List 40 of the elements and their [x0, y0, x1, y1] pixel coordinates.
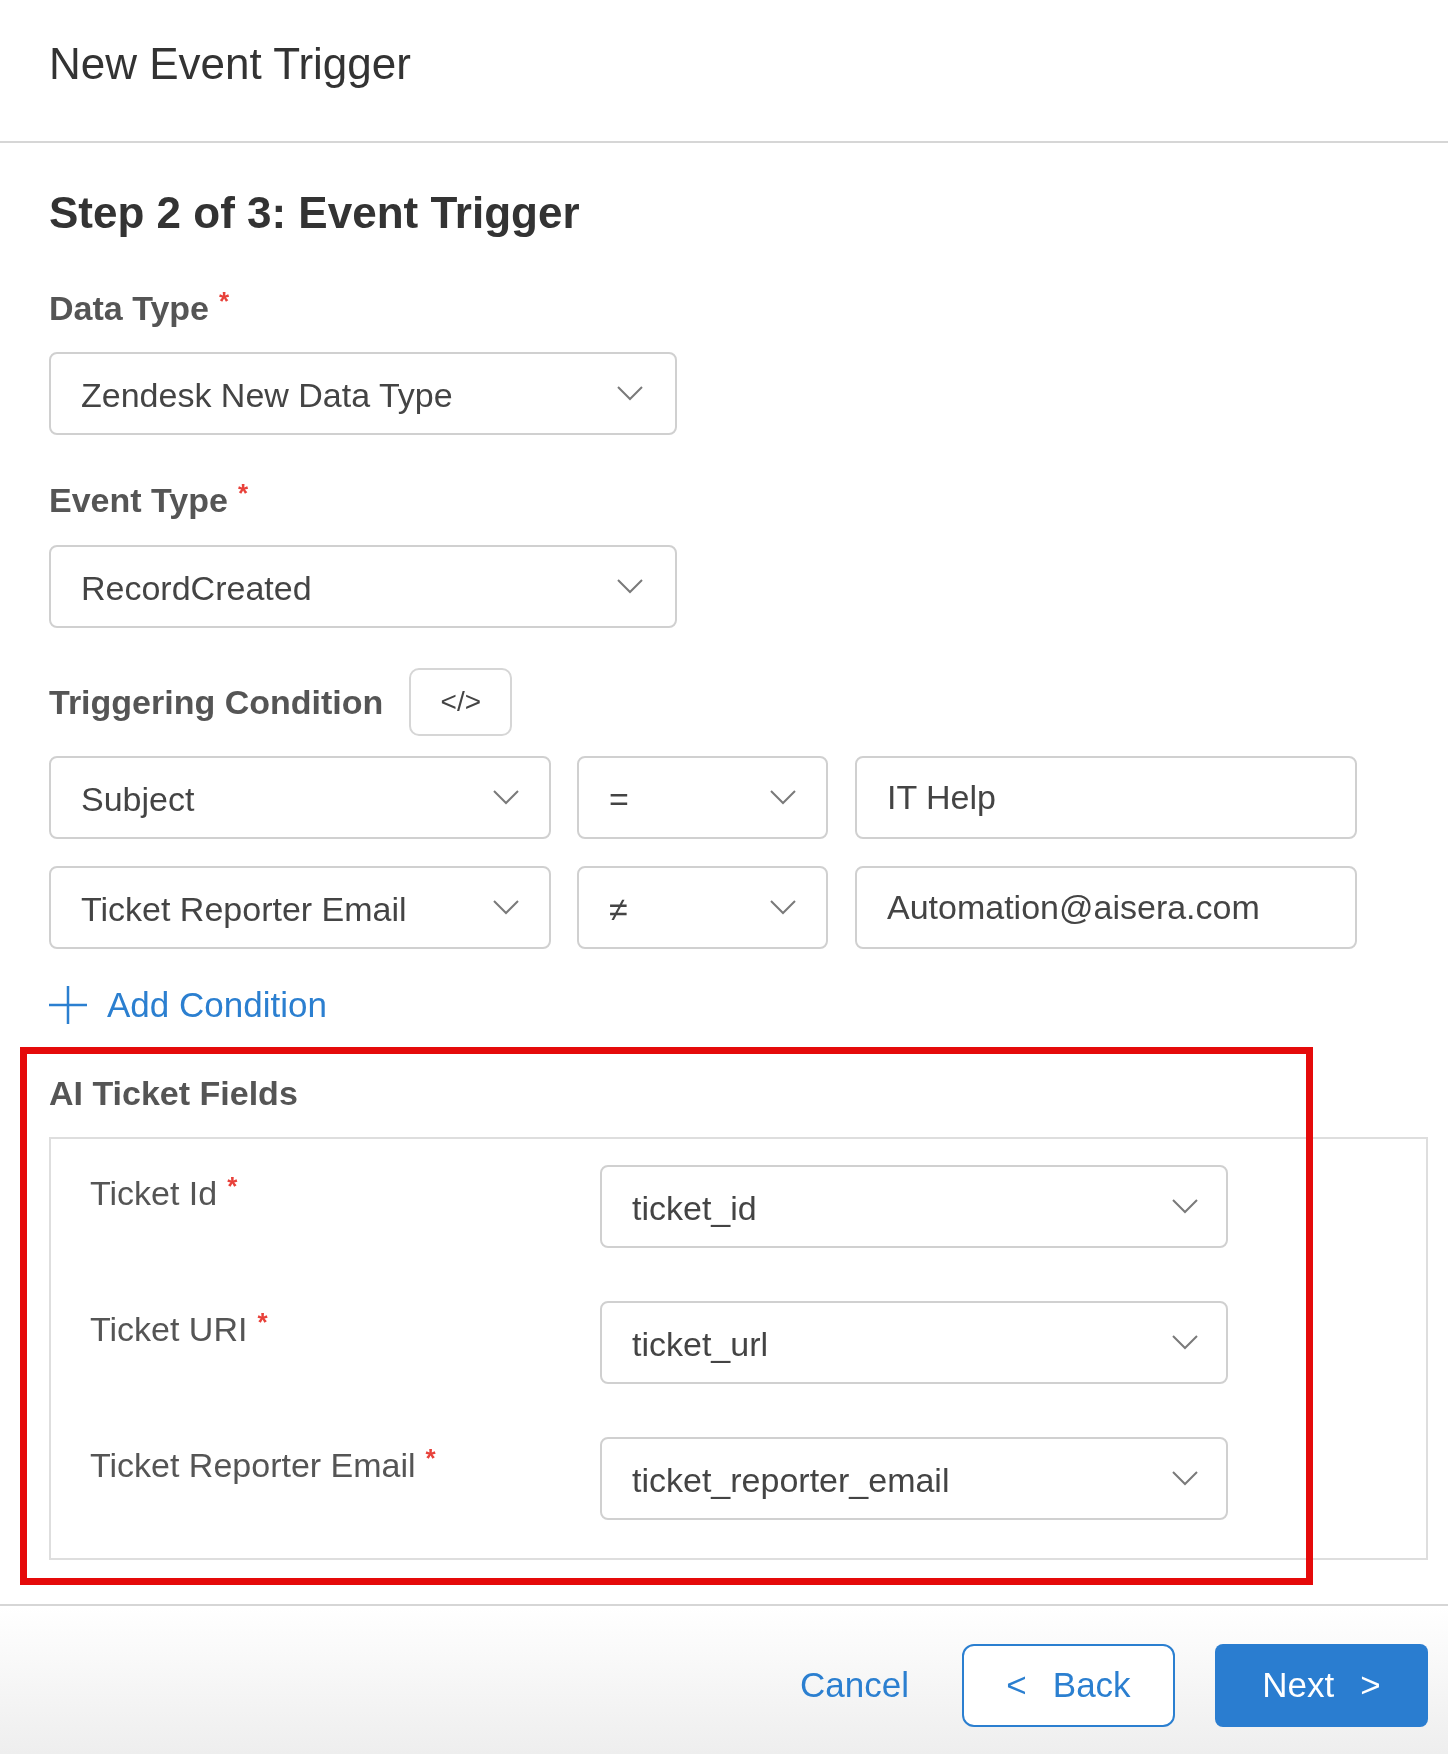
chevron-down-icon: [617, 579, 643, 594]
chevron-down-icon: [617, 386, 643, 401]
dropdown-select[interactable]: Subject: [49, 756, 551, 839]
field-label: Ticket Id: [90, 1173, 218, 1213]
dropdown-select[interactable]: RecordCreated: [49, 545, 677, 628]
dropdown-select[interactable]: ticket_reporter_email: [600, 1437, 1228, 1520]
chevron-down-icon: [493, 900, 519, 915]
dropdown-select[interactable]: Ticket Reporter Email: [49, 866, 551, 949]
field-label: Triggering Condition: [49, 682, 384, 722]
required-asterisk: *: [237, 480, 248, 506]
field-label: Event Type: [49, 480, 228, 520]
chevron-down-icon: [1172, 1471, 1198, 1486]
required-asterisk: *: [425, 1445, 436, 1471]
back-button[interactable]: < Back: [962, 1644, 1175, 1727]
cancel-button[interactable]: Cancel: [800, 1644, 909, 1727]
dropdown-select[interactable]: =: [577, 756, 828, 839]
text-field[interactable]: Automation@aisera.com: [855, 866, 1357, 949]
chevron-down-icon: [1172, 1199, 1198, 1214]
field-label: AI Ticket Fields: [49, 1073, 298, 1113]
chevron-down-icon: [493, 790, 519, 805]
required-asterisk: *: [227, 1173, 238, 1199]
add-condition-button[interactable]: Add Condition: [49, 985, 327, 1025]
field-label: Data Type: [49, 288, 209, 328]
chevron-down-icon: [770, 790, 796, 805]
chevron-down-icon: [1172, 1335, 1198, 1350]
plus-icon: [49, 986, 87, 1024]
dropdown-select[interactable]: ≠: [577, 866, 828, 949]
next-button[interactable]: Next >: [1215, 1644, 1428, 1727]
dropdown-select[interactable]: Zendesk New Data Type: [49, 352, 677, 435]
chevron-down-icon: [770, 900, 796, 915]
required-asterisk: *: [219, 288, 230, 314]
field-label: Ticket Reporter Email: [90, 1445, 416, 1485]
dropdown-select[interactable]: ticket_id: [600, 1165, 1228, 1248]
step-title: Step 2 of 3: Event Trigger: [49, 187, 580, 239]
code-view-button[interactable]: </>: [409, 668, 513, 736]
required-asterisk: *: [257, 1309, 268, 1335]
dropdown-select[interactable]: ticket_url: [600, 1301, 1228, 1384]
text-field[interactable]: IT Help: [855, 756, 1357, 839]
dialog-title: New Event Trigger: [49, 38, 411, 90]
field-label: Ticket URI: [90, 1309, 248, 1349]
